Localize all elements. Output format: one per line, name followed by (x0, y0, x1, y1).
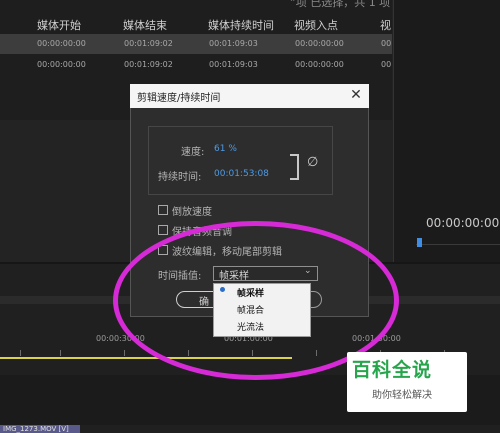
duration-value[interactable]: 00:01:53:08 (214, 169, 269, 179)
reverse-speed-checkbox[interactable] (158, 205, 168, 215)
table-row[interactable]: 00:00:00:00 00:01:09:02 00:01:09:03 00:0… (0, 55, 392, 75)
cell: 00:01:09:03 (209, 39, 258, 48)
link-bracket (290, 154, 299, 180)
project-selection-status: “项 已选择，共 1 项 (290, 0, 391, 9)
speed-duration-group (148, 126, 333, 195)
column-video-cut[interactable]: 视 (380, 17, 391, 33)
column-video-in-point[interactable]: 视频入点 (294, 17, 338, 33)
link-icon[interactable]: ∅ (307, 155, 318, 170)
close-icon[interactable]: ✕ (348, 86, 364, 104)
tick-mark (124, 350, 125, 356)
column-media-duration[interactable]: 媒体持续时间 (208, 17, 274, 33)
watermark-subtitle: 助你轻松解决 (372, 390, 432, 401)
program-scrub-bar[interactable] (416, 244, 500, 245)
column-media-end[interactable]: 媒体结束 (123, 17, 167, 33)
reverse-speed-label: 倒放速度 (172, 207, 212, 218)
clip-label: IMG_1273.MOV [V] (3, 425, 69, 433)
speed-value[interactable]: 61 % (214, 144, 237, 154)
project-column-headers: 媒体开始 媒体结束 媒体持续时间 视频入点 视 (0, 14, 392, 34)
maintain-pitch-checkbox[interactable] (158, 225, 168, 235)
program-playhead[interactable] (417, 238, 422, 247)
cell: 00:00:00:00 (37, 60, 86, 69)
speed-label: 速度: (181, 147, 205, 158)
cell: 00:00:00:00 (37, 39, 86, 48)
cell: 00:01:09:02 (124, 39, 173, 48)
cell: 00:01:09:02 (124, 60, 173, 69)
program-timecode[interactable]: 00:00:00:00 (426, 216, 499, 230)
cell: 00:01:09:03 (209, 60, 258, 69)
tick-mark (20, 350, 21, 356)
watermark-title: 百科全说 (352, 359, 433, 381)
duration-label: 持续时间: (158, 172, 202, 183)
cell: 00:00:00:00 (295, 60, 344, 69)
table-row[interactable]: 00:00:00:00 00:01:09:02 00:01:09:03 00:0… (0, 34, 392, 54)
tick-mark (60, 350, 61, 356)
cell: 00 (381, 39, 392, 48)
column-media-start[interactable]: 媒体开始 (37, 17, 81, 33)
dialog-title: 剪辑速度/持续时间 (137, 93, 221, 104)
cell: 00 (381, 60, 392, 69)
cell: 00:00:00:00 (295, 39, 344, 48)
